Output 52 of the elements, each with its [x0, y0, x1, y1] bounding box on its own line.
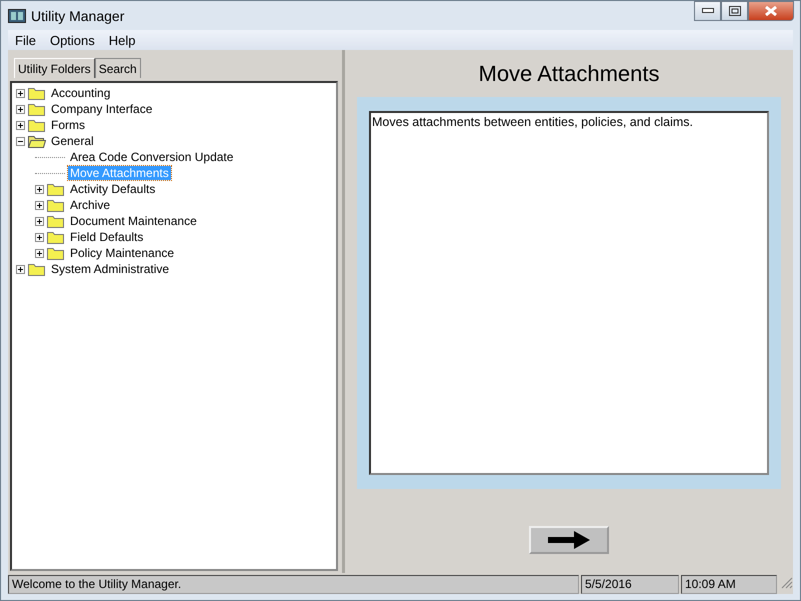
window-title: Utility Manager — [31, 8, 124, 24]
menu-item[interactable]: File — [15, 32, 36, 48]
minimize-icon — [702, 8, 714, 14]
folder-icon — [28, 102, 46, 116]
folder-icon — [47, 198, 65, 212]
folder-icon — [28, 262, 46, 276]
expander[interactable] — [16, 136, 25, 146]
run-button[interactable] — [529, 526, 609, 554]
expander[interactable] — [16, 120, 25, 130]
maximize-button[interactable] — [721, 1, 748, 21]
expander[interactable] — [16, 104, 25, 114]
folder-icon — [47, 214, 65, 228]
tree-item[interactable]: Accounting — [49, 86, 112, 100]
menu-item[interactable]: Help — [108, 32, 136, 48]
resize-grip-icon — [779, 575, 793, 589]
detail-title: Move Attachments — [478, 60, 660, 88]
tree-item[interactable]: Policy Maintenance — [68, 246, 176, 260]
folder-icon — [47, 230, 65, 244]
expander[interactable] — [35, 232, 44, 242]
tree-item[interactable]: Field Defaults — [68, 230, 146, 244]
maximize-icon — [728, 6, 740, 16]
folder-icon — [47, 246, 65, 260]
tree-item[interactable]: Area Code Conversion Update — [68, 150, 236, 164]
close-button[interactable] — [748, 1, 794, 21]
expander[interactable] — [16, 264, 25, 274]
open-folder-icon — [28, 134, 46, 148]
folder-icon — [28, 118, 46, 132]
status-time: 10:09 AM — [681, 575, 777, 594]
tab[interactable]: Utility Folders — [14, 58, 95, 78]
expander[interactable] — [35, 200, 44, 210]
tree-item[interactable]: System Administrative — [49, 262, 172, 276]
expander[interactable] — [35, 184, 44, 194]
tree-item[interactable]: General — [49, 134, 96, 148]
description-box: Moves attachments between entities, policies, and claims. — [369, 111, 769, 475]
app-icon — [8, 8, 26, 22]
tree-item[interactable]: Forms — [49, 118, 87, 132]
folder-icon — [47, 182, 65, 196]
expander[interactable] — [35, 216, 44, 226]
close-icon — [764, 6, 778, 16]
tree-item[interactable]: Activity Defaults — [68, 182, 158, 196]
status-date: 5/5/2016 — [581, 575, 679, 594]
menu-item[interactable]: Options — [50, 32, 95, 48]
tree-item[interactable]: Company Interface — [49, 102, 154, 116]
expander[interactable] — [16, 88, 25, 98]
arrow-icon — [546, 530, 592, 550]
status-message: Welcome to the Utility Manager. — [8, 575, 579, 594]
expander[interactable] — [35, 248, 44, 258]
tab[interactable]: Search — [94, 58, 141, 78]
folder-icon — [28, 86, 46, 100]
tree-item[interactable]: Archive — [68, 198, 112, 212]
tree-item[interactable]: Document Maintenance — [68, 214, 199, 228]
minimize-button[interactable] — [694, 1, 721, 21]
